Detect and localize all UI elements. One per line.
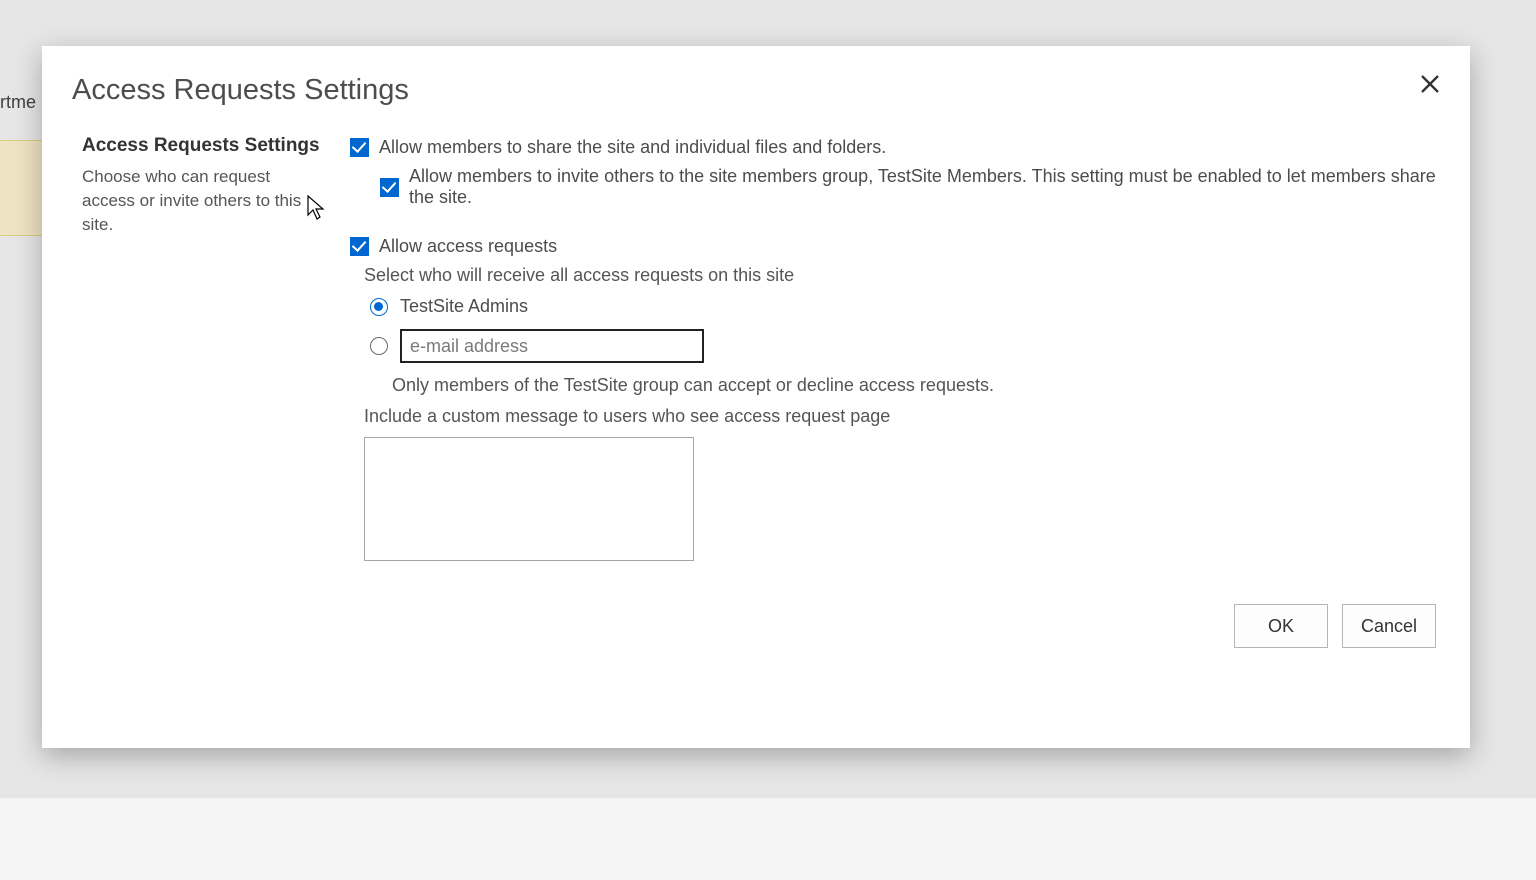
close-button[interactable]	[1410, 64, 1450, 104]
dialog-right-column: Allow members to share the site and indi…	[342, 129, 1440, 566]
radio-email[interactable]	[370, 337, 388, 355]
access-requests-dialog: Access Requests Settings Access Requests…	[42, 46, 1470, 748]
custom-message-label: Include a custom message to users who se…	[364, 406, 1440, 427]
allow-invite-checkbox[interactable]	[380, 178, 399, 197]
ok-button[interactable]: OK	[1234, 604, 1328, 648]
email-input[interactable]	[400, 329, 704, 363]
allow-requests-label: Allow access requests	[379, 236, 557, 257]
allow-share-label: Allow members to share the site and indi…	[379, 137, 886, 158]
allow-requests-checkbox[interactable]	[350, 237, 369, 256]
allow-share-checkbox[interactable]	[350, 138, 369, 157]
section-description: Choose who can request access or invite …	[82, 165, 302, 236]
dialog-title: Access Requests Settings	[72, 74, 1440, 107]
close-icon	[1421, 75, 1439, 93]
custom-message-textarea[interactable]	[364, 437, 694, 561]
allow-invite-label: Allow members to invite others to the si…	[409, 166, 1440, 208]
dialog-button-row: OK Cancel	[1234, 604, 1436, 648]
radio-admins[interactable]	[370, 298, 388, 316]
select-receiver-label: Select who will receive all access reque…	[364, 265, 1440, 286]
restriction-note: Only members of the TestSite group can a…	[392, 375, 1440, 396]
dialog-left-column: Access Requests Settings Choose who can …	[72, 129, 342, 236]
radio-admins-label: TestSite Admins	[400, 296, 528, 317]
section-heading: Access Requests Settings	[82, 135, 342, 157]
cancel-button[interactable]: Cancel	[1342, 604, 1436, 648]
